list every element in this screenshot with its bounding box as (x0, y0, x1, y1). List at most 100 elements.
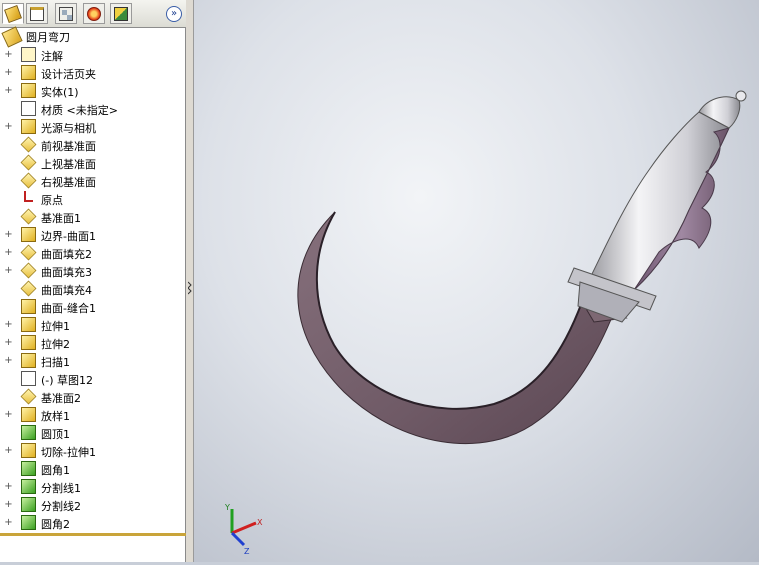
tree-item[interactable]: + 拉伸1 (0, 316, 185, 334)
expand-toggle-icon[interactable]: + (4, 500, 13, 510)
tree-item-label: 光源与相机 (41, 122, 96, 135)
expand-toggle-icon[interactable]: + (4, 410, 13, 420)
tree-item[interactable]: + 设计活页夹 (0, 64, 185, 82)
lights-cameras-icon (21, 119, 36, 134)
tree-item[interactable]: + 分割线2 (0, 496, 185, 514)
fillet-icon (21, 461, 36, 476)
tree-item[interactable]: + 光源与相机 (0, 118, 185, 136)
expand-toggle-icon[interactable]: + (4, 266, 13, 276)
tree-item[interactable]: 右视基准面 (0, 172, 185, 190)
tree-item[interactable]: 曲面填充4 (0, 280, 185, 298)
panel-tab-strip: » (0, 0, 186, 28)
tree-item[interactable]: + 注解 (0, 46, 185, 64)
cut-extrude-icon (21, 443, 36, 458)
plane-icon (20, 388, 37, 405)
tree-root-part[interactable]: 圆月弯刀 (1, 26, 70, 48)
expand-toggle-icon[interactable]: + (4, 446, 13, 456)
tree-item[interactable]: + 分割线1 (0, 478, 185, 496)
tree-item-label: 基准面2 (41, 392, 81, 405)
boundary-surface-icon (21, 227, 36, 242)
scimitar-blade (297, 211, 628, 445)
panel-splitter[interactable] (186, 0, 194, 562)
tree-item-label: 材质 <未指定> (41, 104, 118, 117)
material-icon (21, 101, 36, 116)
axis-triad: Y X Z (224, 503, 263, 556)
expand-toggle-icon[interactable]: + (4, 230, 13, 240)
annotation-icon (21, 47, 36, 62)
expand-toggle-icon[interactable]: + (4, 338, 13, 348)
tree-item-label: 圆角2 (41, 518, 70, 531)
expand-toggle-icon[interactable]: + (4, 122, 13, 132)
tree-item[interactable]: + 边界-曲面1 (0, 226, 185, 244)
extrude-icon (21, 335, 36, 350)
graphics-viewport[interactable]: Y X Z (194, 0, 759, 562)
model-canvas: Y X Z (224, 90, 747, 556)
dimxpert-icon (87, 6, 101, 21)
tree-item[interactable]: + 切除-拉伸1 (0, 442, 185, 460)
tree-item-label: 前视基准面 (41, 140, 96, 153)
tree-item-label: 基准面1 (41, 212, 81, 225)
split-line-icon (21, 497, 36, 512)
sweep-icon (21, 353, 36, 368)
tree-item-label: 曲面填充4 (41, 284, 92, 297)
feature-manager-tab[interactable] (2, 3, 24, 24)
tree-item[interactable]: 上视基准面 (0, 154, 185, 172)
tree-item-label: 原点 (41, 194, 63, 207)
plane-icon (20, 154, 37, 171)
configuration-manager-tab[interactable] (55, 3, 77, 24)
tree-item[interactable]: 原点 (0, 190, 185, 208)
tree-item[interactable]: + 拉伸2 (0, 334, 185, 352)
tree-item[interactable]: + 曲面填充2 (0, 244, 185, 262)
display-manager-tab[interactable] (110, 3, 132, 24)
fill-surface-icon (20, 244, 37, 261)
tree-item[interactable]: + 放样1 (0, 406, 185, 424)
expand-toggle-icon[interactable]: + (4, 68, 13, 78)
extrude-icon (21, 317, 36, 332)
property-manager-tab[interactable] (26, 3, 48, 24)
tree-item-label: 分割线1 (41, 482, 81, 495)
configuration-icon (59, 6, 73, 21)
tree-item[interactable]: 材质 <未指定> (0, 100, 185, 118)
tree-item[interactable]: 基准面2 (0, 388, 185, 406)
expand-toggle-icon[interactable]: + (4, 518, 13, 528)
panel-bottom-divider (0, 533, 186, 536)
tree-item[interactable]: 前视基准面 (0, 136, 185, 154)
tree-item[interactable]: 圆顶1 (0, 424, 185, 442)
tree-item[interactable]: (-) 草图12 (0, 370, 185, 388)
tree-item-label: 注解 (41, 50, 63, 63)
part-name-label: 圆月弯刀 (26, 31, 70, 44)
tree-item-label: 分割线2 (41, 500, 81, 513)
tree-item[interactable]: 圆角1 (0, 460, 185, 478)
triad-x-axis (231, 521, 257, 535)
splitter-grip-icon[interactable] (188, 280, 192, 296)
tree-item[interactable]: + 圆角2 (0, 514, 185, 532)
tree-item-label: 圆顶1 (41, 428, 70, 441)
loft-icon (21, 407, 36, 422)
tree-item-label: 上视基准面 (41, 158, 96, 171)
knife-handle (567, 90, 747, 323)
expand-toggle-icon[interactable]: + (4, 86, 13, 96)
tree-item[interactable]: + 扫描1 (0, 352, 185, 370)
tree-item[interactable]: + 曲面填充3 (0, 262, 185, 280)
expand-toggle-icon[interactable]: + (4, 248, 13, 258)
triad-z-axis (230, 531, 246, 547)
expand-toggle-icon[interactable]: + (4, 356, 13, 366)
dimxpert-tab[interactable] (83, 3, 105, 24)
knit-surface-icon (21, 299, 36, 314)
tree-item[interactable]: 曲面-缝合1 (0, 298, 185, 316)
tree-item-label: 扫描1 (41, 356, 70, 369)
triad-z-label: Z (244, 547, 250, 556)
tree-item[interactable]: + 实体(1) (0, 82, 185, 100)
tree-item-label: 实体(1) (41, 86, 79, 99)
fill-surface-icon (20, 280, 37, 297)
tree-item-label: 设计活页夹 (41, 68, 96, 81)
expand-toggle-icon[interactable]: + (4, 50, 13, 60)
expand-toggle-icon[interactable]: + (4, 320, 13, 330)
display-manager-icon (114, 6, 128, 21)
tree-item-label: 边界-曲面1 (41, 230, 96, 243)
expand-panel-button[interactable]: » (166, 6, 182, 22)
expand-toggle-icon[interactable]: + (4, 482, 13, 492)
feature-tree-icon (4, 4, 22, 23)
fillet-icon (21, 515, 36, 530)
tree-item[interactable]: 基准面1 (0, 208, 185, 226)
